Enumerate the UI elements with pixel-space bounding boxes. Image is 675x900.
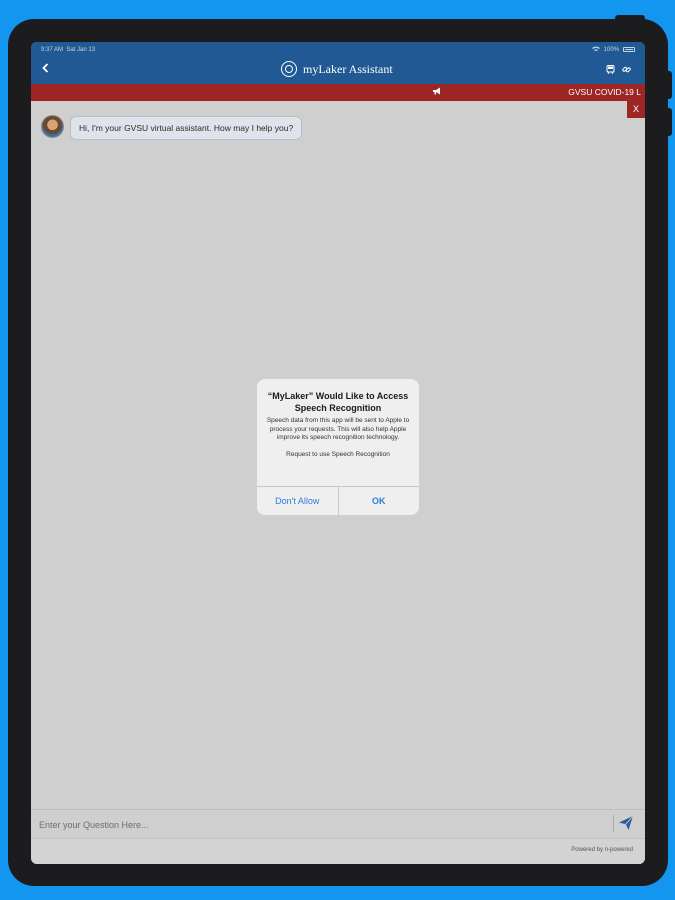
- question-input-bar: [31, 809, 645, 838]
- chat-message-bubble: Hi, I'm your GVSU virtual assistant. How…: [70, 116, 303, 140]
- page-title: myLaker Assistant: [303, 61, 393, 76]
- back-button[interactable]: [42, 63, 49, 76]
- status-time-date: 9:37 AM Sat Jan 13: [41, 47, 95, 53]
- dialog-message: Speech data from this app will be sent t…: [266, 417, 410, 441]
- dialog-title: “MyLaker” Would Like to Access Speech Re…: [267, 391, 409, 413]
- dont-allow-button[interactable]: Don't Allow: [257, 487, 338, 515]
- battery-icon: [623, 47, 635, 52]
- status-right: 100%: [591, 46, 635, 54]
- battery-percent: 100%: [603, 46, 619, 53]
- header-actions: [606, 65, 631, 77]
- status-bar: 9:37 AM Sat Jan 13 100%: [31, 42, 645, 57]
- device-volume-down-button: [666, 108, 672, 136]
- status-date: Sat Jan 13: [66, 46, 96, 53]
- footer: Powered by n-powered: [31, 838, 645, 864]
- link-icon[interactable]: [622, 65, 631, 77]
- header-bar: myLaker Assistant: [31, 57, 645, 84]
- alert-text: GVSU COVID-19 L: [568, 87, 641, 97]
- bot-avatar: [41, 115, 64, 138]
- wifi-icon: [591, 46, 600, 54]
- send-button[interactable]: [618, 815, 636, 833]
- powered-by-text: Powered by n-powered: [571, 847, 633, 853]
- send-icon: [619, 815, 634, 830]
- gvsu-logo-icon: [281, 61, 297, 77]
- alert-close-button[interactable]: X: [627, 101, 645, 118]
- device-volume-up-button: [666, 71, 672, 99]
- status-time: 9:37 AM: [41, 46, 64, 53]
- alert-banner[interactable]: GVSU COVID-19 L: [31, 84, 645, 101]
- input-divider: [613, 815, 614, 832]
- ok-button[interactable]: OK: [337, 487, 420, 515]
- dialog-buttons: Don't Allow OK: [257, 486, 419, 515]
- dialog-request-text: Request to use Speech Recognition: [286, 450, 390, 458]
- question-input[interactable]: [37, 814, 601, 836]
- device-top-button: [615, 15, 645, 21]
- chevron-left-icon: [42, 63, 49, 73]
- header-branding: myLaker Assistant: [281, 61, 393, 77]
- megaphone-icon: [432, 87, 442, 97]
- app-screen: 9:37 AM Sat Jan 13 100% myLaker Assistan…: [31, 42, 645, 864]
- bus-icon[interactable]: [606, 65, 615, 77]
- permission-dialog: “MyLaker” Would Like to Access Speech Re…: [257, 379, 419, 515]
